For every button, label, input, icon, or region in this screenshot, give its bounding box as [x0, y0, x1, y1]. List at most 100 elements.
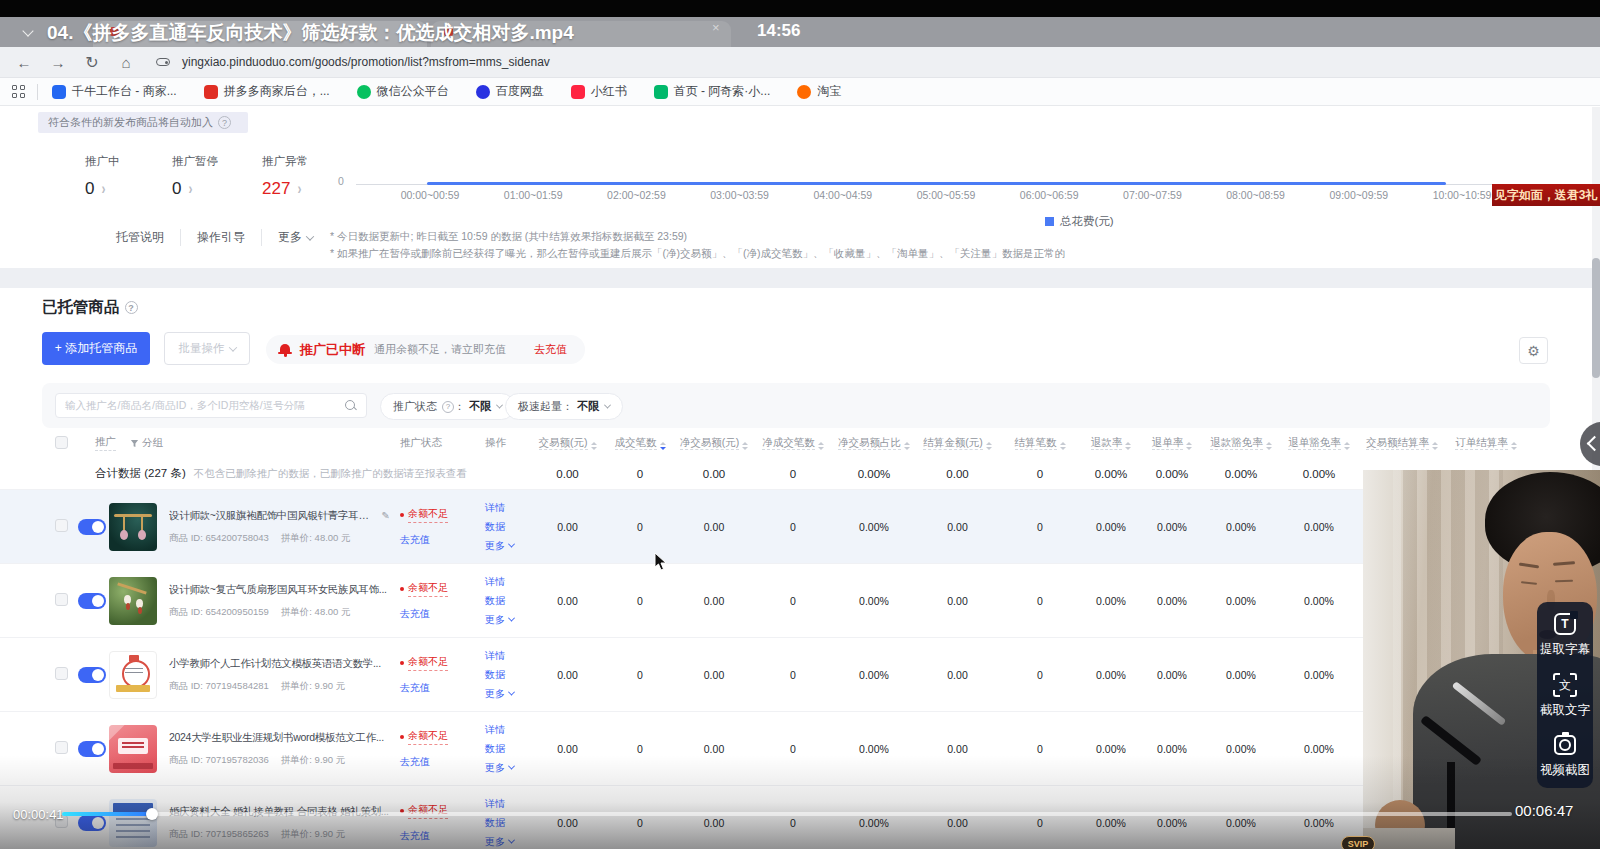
detail-link[interactable]: 详情	[485, 572, 505, 591]
recharge-link[interactable]: 去充值	[400, 829, 478, 843]
data-link[interactable]: 数据	[485, 517, 505, 536]
table-column-header[interactable]: 净交易额占比	[833, 436, 915, 450]
table-row[interactable]: 设计师款~复古气质扇形国风耳环女民族风耳饰...✎ 商品 ID: 6542009…	[0, 564, 1600, 638]
table-row[interactable]: 2024大学生职业生涯规划书word模板范文工作...✎ 商品 ID: 7071…	[0, 712, 1600, 786]
product-title[interactable]: 设计师款~复古气质扇形国风耳环女民族风耳饰...✎	[169, 583, 387, 597]
promotion-toggle[interactable]	[78, 815, 106, 831]
stat-abnormal[interactable]: 推广异常 227›	[262, 154, 308, 199]
recharge-link[interactable]: 去充值	[534, 342, 567, 357]
table-cell-value: 0.00%	[1280, 669, 1358, 681]
filter-promotion-status[interactable]: 推广状态?： 不限	[380, 393, 515, 420]
bookmark-item[interactable]: 微信公众平台	[357, 83, 449, 100]
table-column-header[interactable]: 退单率	[1142, 436, 1202, 450]
link-more[interactable]: 更多	[261, 229, 329, 246]
product-title[interactable]: 设计师款~汉服旗袍配饰中国风银针青字耳坠镶...✎	[169, 509, 390, 523]
link-operation-guide[interactable]: 操作引导	[180, 229, 261, 246]
table-column-header[interactable]: 结算金额(元)	[915, 436, 1000, 450]
table-column-header[interactable]: 成交笔数	[605, 436, 675, 450]
row-checkbox[interactable]	[55, 519, 68, 532]
home-icon[interactable]: ⌂	[116, 54, 136, 71]
apps-grid-icon[interactable]	[12, 85, 25, 98]
select-all-checkbox[interactable]	[55, 436, 68, 449]
detail-link[interactable]: 详情	[485, 498, 505, 517]
data-link[interactable]: 数据	[485, 739, 505, 758]
more-link[interactable]: 更多	[485, 684, 514, 703]
data-link[interactable]: 数据	[485, 665, 505, 684]
table-column-header[interactable]: 净交易额(元)	[675, 436, 753, 450]
reload-icon[interactable]: ↻	[82, 53, 102, 72]
more-link[interactable]: 更多	[485, 536, 514, 555]
recharge-link[interactable]: 去充值	[400, 533, 478, 547]
search-input[interactable]: 输入推广名/商品名/商品ID，多个ID用空格/逗号分隔	[55, 393, 367, 418]
filter-speed-boost[interactable]: 极速起量： 不限	[505, 393, 623, 420]
chart-legend[interactable]: 总花费(元)	[1045, 214, 1114, 229]
table-column-header[interactable]: 净成交笔数	[753, 436, 833, 450]
row-checkbox[interactable]	[55, 741, 68, 754]
bookmark-item[interactable]: 拼多多商家后台，...	[204, 83, 330, 100]
stat-paused[interactable]: 推广暂停 0›	[172, 154, 218, 199]
col-group-filter[interactable]: 分组	[130, 436, 163, 450]
table-cell-value: 0.00%	[1142, 595, 1202, 607]
product-image	[109, 503, 157, 551]
help-icon[interactable]: ?	[125, 301, 138, 314]
recharge-link[interactable]: 去充值	[400, 607, 478, 621]
row-checkbox[interactable]	[55, 593, 68, 606]
col-promotion[interactable]: 推广	[95, 435, 116, 451]
detail-link[interactable]: 详情	[485, 720, 505, 739]
table-column-header[interactable]: 结算笔数	[1000, 436, 1080, 450]
promotion-toggle[interactable]	[78, 593, 106, 609]
promotion-toggle[interactable]	[78, 667, 106, 683]
product-title[interactable]: 小学教师个人工作计划范文模板英语语文数学...✎	[169, 657, 381, 671]
stat-promoting[interactable]: 推广中 0›	[85, 154, 120, 199]
extract-subtitles-button[interactable]: 提取字幕	[1540, 612, 1590, 658]
table-cell-value: 0.00%	[833, 817, 915, 829]
bookmark-item[interactable]: 首页 - 阿奇索·小...	[654, 83, 771, 100]
promo-banner[interactable]: 见字如面，送君3礼	[1492, 184, 1600, 206]
recharge-link[interactable]: 去充值	[400, 681, 478, 695]
table-cell-value: 0.00%	[1280, 743, 1358, 755]
table-cell-value: 0.00	[530, 521, 605, 533]
chevron-right-icon: ›	[188, 180, 192, 198]
bookmark-item[interactable]: 淘宝	[797, 83, 841, 100]
table-settings-button[interactable]: ⚙	[1519, 337, 1548, 364]
table-row[interactable]: 设计师款~汉服旗袍配饰中国风银针青字耳坠镶...✎ 商品 ID: 6542007…	[0, 490, 1600, 564]
site-info-icon[interactable]	[152, 55, 174, 69]
bookmark-item[interactable]: 千牛工作台 - 商家...	[52, 83, 177, 100]
edit-pencil-icon[interactable]: ✎	[382, 510, 390, 521]
more-link[interactable]: 更多	[485, 610, 514, 629]
table-column-header[interactable]: 退单豁免率	[1280, 436, 1358, 450]
more-link[interactable]: 更多	[485, 758, 514, 777]
link-manage-help[interactable]: 托管说明	[100, 229, 180, 246]
row-checkbox[interactable]	[55, 667, 68, 680]
table-column-header[interactable]: 交易额结算率	[1358, 436, 1446, 450]
table-cell-value: 0.00%	[833, 669, 915, 681]
scrollbar-thumb[interactable]	[1592, 258, 1600, 378]
promotion-interrupted-alert: 推广已中断 通用余额不足，请立即充值 去充值	[266, 335, 585, 364]
table-row[interactable]: 小学教师个人工作计划范文模板英语语文数学...✎ 商品 ID: 70719458…	[0, 638, 1600, 712]
table-column-header[interactable]: 退款率	[1080, 436, 1142, 450]
table-column-header[interactable]: 退款豁免率	[1202, 436, 1280, 450]
detail-link[interactable]: 详情	[485, 794, 505, 813]
batch-operation-button[interactable]: 批量操作	[164, 332, 250, 365]
data-link[interactable]: 数据	[485, 591, 505, 610]
progress-bar-track[interactable]	[62, 812, 1512, 816]
promotion-toggle[interactable]	[78, 741, 106, 757]
table-column-header[interactable]: 交易额(元)	[530, 436, 605, 450]
help-icon[interactable]: ?	[218, 116, 231, 129]
back-icon[interactable]: ←	[14, 54, 34, 71]
address-url[interactable]: yingxiao.pinduoduo.com/goods/promotion/l…	[182, 55, 550, 69]
recharge-link[interactable]: 去充值	[400, 755, 478, 769]
bookmark-item[interactable]: 小红书	[571, 83, 627, 100]
product-title[interactable]: 2024大学生职业生涯规划书word模板范文工作...✎	[169, 731, 384, 745]
video-screenshot-button[interactable]: 视频截图	[1540, 733, 1590, 779]
table-column-header[interactable]: 订单结算率	[1446, 436, 1526, 450]
more-link[interactable]: 更多	[485, 832, 514, 849]
add-managed-goods-button[interactable]: + 添加托管商品	[42, 332, 150, 365]
sort-icon	[1060, 442, 1066, 450]
bookmark-item[interactable]: 百度网盘	[476, 83, 544, 100]
promotion-toggle[interactable]	[78, 519, 106, 535]
forward-icon[interactable]: →	[48, 54, 68, 71]
capture-text-button[interactable]: 文 截取文字	[1540, 673, 1590, 719]
detail-link[interactable]: 详情	[485, 646, 505, 665]
progress-bar-knob[interactable]	[146, 808, 158, 820]
